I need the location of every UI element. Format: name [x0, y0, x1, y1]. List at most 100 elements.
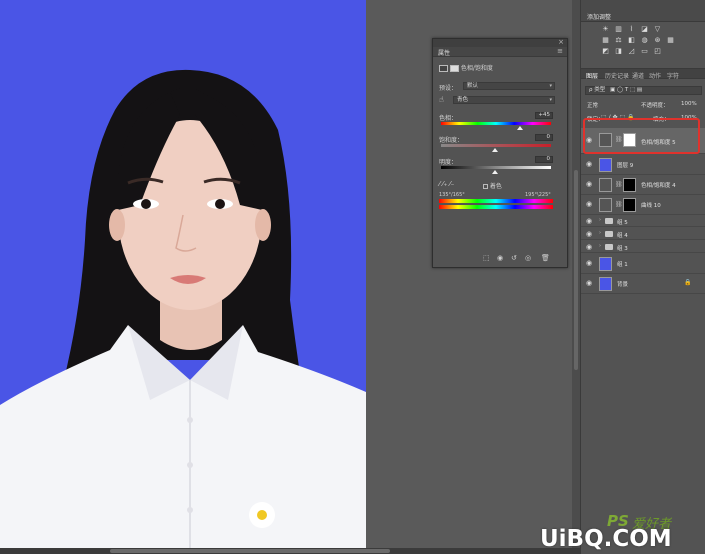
- expand-arrow-icon[interactable]: ›: [599, 243, 601, 249]
- eye-icon[interactable]: ◉: [586, 243, 592, 251]
- layer-row[interactable]: ◉ › 组 3: [581, 241, 705, 253]
- colorize-checkbox-row[interactable]: 着色: [483, 181, 502, 190]
- tab-character[interactable]: 字符: [667, 71, 679, 80]
- channel-select[interactable]: 青色 ▾: [453, 96, 555, 104]
- color-balance-icon[interactable]: ⚖: [613, 36, 624, 45]
- lightness-slider-track[interactable]: [441, 166, 551, 169]
- color-lookup-icon[interactable]: ▦: [665, 36, 676, 45]
- range-bar-bottom[interactable]: [439, 205, 553, 209]
- colorize-checkbox[interactable]: [483, 184, 488, 189]
- photo-filter-icon[interactable]: ◍: [639, 36, 650, 45]
- hue-slider-handle[interactable]: [517, 126, 523, 130]
- document-canvas[interactable]: [0, 0, 366, 548]
- hue-saturation-adjust-icon[interactable]: ▦: [600, 36, 611, 45]
- layers-tab-bar: 图层 历史记录 通道 动作 字符: [581, 68, 705, 80]
- layer-row[interactable]: ◉ 组 1: [581, 254, 705, 274]
- black-white-icon[interactable]: ◧: [626, 36, 637, 45]
- tab-layers[interactable]: 图层: [586, 71, 598, 80]
- layer-name: 曲线 10: [641, 203, 661, 209]
- eye-icon[interactable]: ◉: [586, 217, 592, 225]
- properties-panel: × 属性 ≡ 色相/饱和度 预设： 默认 ▾ ☝ 青色 ▾ 色相： +45 饱和度：…: [432, 38, 568, 268]
- vertical-scroll-thumb[interactable]: [574, 170, 578, 370]
- expand-arrow-icon[interactable]: ›: [599, 230, 601, 236]
- curves-icon[interactable]: ⌇: [626, 25, 637, 34]
- visibility-eye-icon[interactable]: ◎: [525, 254, 531, 262]
- colorize-label: 着色: [489, 183, 502, 190]
- mask-thumb[interactable]: [623, 198, 636, 212]
- chevron-down-icon: ▾: [549, 97, 552, 103]
- hue-slider-track[interactable]: [441, 122, 551, 125]
- portrait-photo: [0, 69, 366, 548]
- saturation-slider-track[interactable]: [441, 144, 551, 147]
- channel-mixer-icon[interactable]: ⊛: [652, 36, 663, 45]
- panel-menu-icon[interactable]: ≡: [557, 47, 563, 55]
- levels-icon[interactable]: ▥: [613, 25, 624, 34]
- blend-mode-select[interactable]: 正常: [587, 101, 598, 109]
- layer-row[interactable]: ◉ ⛓ 色相/饱和度 4: [581, 175, 705, 195]
- layer-row[interactable]: ◉ 背景 🔒: [581, 274, 705, 294]
- eyedropper-add-icon[interactable]: ⁄₊: [442, 180, 447, 188]
- layer-row[interactable]: ◉ › 组 4: [581, 228, 705, 240]
- layer-kind-filter[interactable]: ρ 类型 ▣ ◯ T ⬚ ▤: [585, 86, 702, 95]
- eye-icon[interactable]: ◉: [586, 259, 592, 267]
- eyedropper-tools: ⁄ ⁄₊ ⁄₋: [439, 180, 454, 188]
- preset-select[interactable]: 默认 ▾: [463, 82, 555, 90]
- adjustments-icon-grid: ☀ ▥ ⌇ ◪ ▽ ▦ ⚖ ◧ ◍ ⊛ ▦ ◩ ◨ ◿ ▭ ◰: [599, 24, 694, 57]
- mask-icon[interactable]: [449, 65, 459, 72]
- horizontal-scroll-thumb[interactable]: [110, 549, 390, 553]
- eye-icon[interactable]: ◉: [586, 279, 592, 287]
- close-icon[interactable]: ×: [558, 38, 564, 46]
- blend-row: 正常 不透明度： 100%: [585, 100, 702, 109]
- clip-to-layer-icon[interactable]: ⬚: [483, 254, 490, 262]
- folder-icon: [605, 218, 613, 224]
- vibrance-icon[interactable]: ▽: [652, 25, 663, 34]
- lightness-value-field[interactable]: 0: [535, 156, 553, 163]
- gradient-map-icon[interactable]: ▭: [639, 47, 650, 56]
- mask-thumb[interactable]: [623, 178, 636, 192]
- filter-icons[interactable]: ▣ ◯ T ⬚ ▤: [610, 87, 642, 94]
- lightness-slider-handle[interactable]: [492, 170, 498, 174]
- view-previous-icon[interactable]: ◉: [497, 254, 503, 262]
- trash-icon[interactable]: 🗑: [541, 254, 550, 262]
- layer-row[interactable]: ◉ › 组 5: [581, 215, 705, 227]
- eye-icon[interactable]: ◉: [586, 160, 592, 168]
- tab-actions[interactable]: 动作: [649, 71, 661, 80]
- layer-row[interactable]: ◉ ⛓ 曲线 10: [581, 195, 705, 215]
- eye-icon[interactable]: ◉: [586, 200, 592, 208]
- properties-titlebar[interactable]: ×: [433, 38, 567, 47]
- range-left: 135°/165°: [439, 192, 465, 198]
- adjustments-title: 添加调整: [587, 14, 612, 21]
- opacity-value[interactable]: 100%: [681, 101, 697, 107]
- exposure-icon[interactable]: ◪: [639, 25, 650, 34]
- layer-name: 图层 9: [617, 163, 634, 169]
- invert-icon[interactable]: ◩: [600, 47, 611, 56]
- saturation-label: 饱和度：: [439, 137, 464, 144]
- selective-color-icon[interactable]: ◰: [652, 47, 663, 56]
- posterize-icon[interactable]: ◨: [613, 47, 624, 56]
- eye-icon[interactable]: ◉: [586, 230, 592, 238]
- reset-icon[interactable]: ↺: [511, 254, 517, 262]
- vertical-scrollbar[interactable]: [572, 0, 580, 548]
- hand-icon[interactable]: ☝: [439, 95, 444, 104]
- horizontal-scrollbar[interactable]: [0, 548, 580, 554]
- layer-name: 背景: [617, 282, 629, 288]
- tab-channels[interactable]: 通道: [632, 71, 644, 80]
- eyedropper-icon[interactable]: ⁄: [439, 180, 440, 188]
- brightness-icon[interactable]: ☀: [600, 25, 611, 34]
- hue-label: 色相：: [439, 115, 458, 122]
- layer-row[interactable]: ◉ 图层 9: [581, 155, 705, 175]
- lock-icon: 🔒: [684, 279, 692, 286]
- saturation-value-field[interactable]: 0: [535, 134, 553, 141]
- tab-properties[interactable]: 属性: [438, 48, 450, 57]
- watermark: PS 爱好者 UiBQ.COM: [530, 510, 705, 554]
- eye-icon[interactable]: ◉: [586, 180, 592, 188]
- photo-thumb: [599, 277, 612, 291]
- saturation-slider-handle[interactable]: [492, 148, 498, 152]
- folder-icon: [605, 231, 613, 237]
- tab-history[interactable]: 历史记录: [605, 71, 629, 80]
- eyedropper-subtract-icon[interactable]: ⁄₋: [450, 180, 455, 188]
- watermark-url: UiBQ.COM: [540, 526, 672, 552]
- hue-value-field[interactable]: +45: [535, 112, 553, 119]
- threshold-icon[interactable]: ◿: [626, 47, 637, 56]
- expand-arrow-icon[interactable]: ›: [599, 217, 601, 223]
